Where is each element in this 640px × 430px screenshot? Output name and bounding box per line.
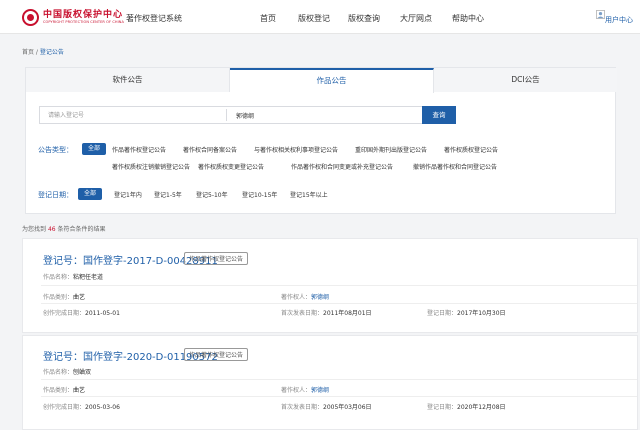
type-filter-option[interactable]: 作品著作权和合同变更或补充登记公告: [291, 162, 393, 171]
type-filter-option[interactable]: 著作权质权注销撤销登记公告: [112, 162, 190, 171]
system-title: 著作权登记系统: [126, 14, 182, 23]
record-divider: [41, 379, 637, 380]
record-type-tag: 作品著作权登记公告: [184, 252, 249, 265]
work-name-input[interactable]: [228, 107, 423, 123]
site-logo[interactable]: 中国版权保护中心 COPYRIGHT PROTECTION CENTER OF …: [22, 9, 124, 26]
nav-service-halls[interactable]: 大厅网点: [400, 13, 432, 24]
search-button[interactable]: 查询: [422, 106, 456, 124]
tab-work-announcement[interactable]: 作品公告: [230, 68, 434, 93]
result-count-number: 46: [47, 226, 56, 233]
user-center-label: 用户中心: [605, 16, 633, 24]
announcement-type-label: 公告类型：: [38, 146, 73, 154]
result-count: 为您找到 46 条符合条件的结果: [22, 224, 106, 233]
record-registered-date: 登记日期：2020年12月08日: [427, 404, 506, 411]
date-filter-all[interactable]: 全部: [78, 188, 103, 200]
type-filter-option[interactable]: 重印国外期刊出版登记公告: [355, 145, 427, 154]
announcement-tabs: 软件公告 作品公告 DCI公告: [26, 68, 617, 93]
type-filter-option[interactable]: 与著作权相关权利事项登记公告: [254, 145, 338, 154]
type-filter-option[interactable]: 著作权质权变更登记公告: [198, 162, 264, 171]
tab-software-announcement[interactable]: 软件公告: [26, 68, 230, 92]
type-filter-all[interactable]: 全部: [82, 143, 107, 155]
user-center[interactable]: 用户中心: [596, 10, 636, 26]
record-owner: 著作权人：郭德纲: [281, 387, 330, 394]
top-header: 中国版权保护中心 COPYRIGHT PROTECTION CENTER OF …: [0, 0, 640, 34]
nav-copyright-registration[interactable]: 版权登记: [298, 13, 330, 24]
date-filter-option[interactable]: 登记15年以上: [290, 190, 328, 199]
record-registered-date: 登记日期：2017年10月30日: [427, 310, 506, 317]
record-category: 作品类别：曲艺: [43, 387, 86, 394]
record-owner-link[interactable]: 郭德纲: [311, 387, 329, 394]
record-reg-label: 登记号：: [43, 256, 83, 267]
record-published-date: 首次发表日期：2005年03月06日: [281, 404, 372, 411]
record-owner: 著作权人：郭德纲: [281, 294, 330, 301]
result-count-prefix: 为您找到: [22, 226, 47, 233]
nav-help-center[interactable]: 帮助中心: [452, 13, 484, 24]
record-published-date: 首次发表日期：2011年08月01日: [281, 310, 372, 317]
breadcrumb-home[interactable]: 首页: [22, 49, 34, 56]
type-filter-option[interactable]: 著作权质权登记公告: [444, 145, 498, 154]
result-count-suffix: 条符合条件的结果: [57, 226, 106, 233]
type-filter-option[interactable]: 作品著作权登记公告: [112, 145, 166, 154]
date-filter-option[interactable]: 登记1-5年: [154, 190, 182, 199]
type-filter-option[interactable]: 撤销作品著作权和合同登记公告: [413, 162, 497, 171]
breadcrumb: 首页 / 登记公告: [22, 47, 64, 56]
logo-cn: 中国版权保护中心: [43, 10, 124, 20]
search-box: [39, 106, 427, 124]
nav-home[interactable]: 首页: [260, 13, 276, 24]
user-icon: [596, 10, 605, 19]
result-record[interactable]: 登记号：国作登字-2017-D-00428911 作品著作权登记公告 作品名称：…: [22, 238, 638, 333]
nav-copyright-query[interactable]: 版权查询: [348, 13, 380, 24]
record-category: 作品类别：曲艺: [43, 294, 86, 301]
logo-text: 中国版权保护中心 COPYRIGHT PROTECTION CENTER OF …: [43, 10, 124, 25]
record-completed-date: 创作完成日期：2005-03-06: [43, 404, 120, 411]
record-divider: [41, 285, 637, 286]
record-divider: [41, 396, 637, 397]
record-owner-link[interactable]: 郭德纲: [311, 294, 329, 301]
logo-en: COPYRIGHT PROTECTION CENTER OF CHINA: [43, 20, 124, 24]
registration-number-input[interactable]: [40, 107, 225, 123]
record-completed-date: 创作完成日期：2011-05-01: [43, 310, 120, 317]
announcement-search-panel: 软件公告 作品公告 DCI公告 查询 公告类型： 全部 作品著作权登记公告 著作…: [25, 67, 617, 214]
breadcrumb-current: 登记公告: [39, 49, 64, 56]
record-divider: [41, 303, 637, 304]
type-filter-option[interactable]: 著作权合同备案公告: [183, 145, 237, 154]
result-record[interactable]: 登记号：国作登字-2020-D-01190572 作品著作权登记公告 作品名称：…: [22, 335, 638, 430]
record-reg-label: 登记号：: [43, 352, 83, 363]
record-work-name: 作品名称：粘粑任老道: [43, 274, 104, 281]
logo-seal-icon: [22, 9, 39, 26]
registration-date-label: 登记日期：: [38, 191, 73, 199]
tab-dci-announcement[interactable]: DCI公告: [434, 68, 617, 92]
date-filter-option[interactable]: 登记5-10年: [196, 190, 228, 199]
date-filter-option[interactable]: 登记10-15年: [242, 190, 277, 199]
search-divider: [226, 109, 227, 121]
record-type-tag: 作品著作权登记公告: [184, 348, 249, 361]
date-filter-option[interactable]: 登记1年内: [114, 190, 142, 199]
record-work-name: 作品名称：刨蛐双: [43, 369, 92, 376]
